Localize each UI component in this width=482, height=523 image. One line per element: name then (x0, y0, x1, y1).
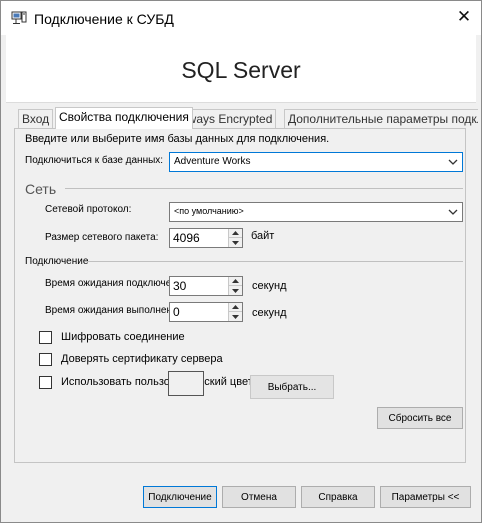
header-banner: SQL Server (6, 35, 476, 103)
help-button[interactable]: Справка (301, 486, 375, 508)
connection-group-divider (85, 261, 463, 262)
trust-certificate-label: Доверять сертификату сервера (61, 353, 223, 365)
tab-strip: Вход Свойства подключения Always Encrypt… (18, 107, 478, 129)
custom-color-label: Использовать пользовательский цвет: (61, 376, 256, 388)
execution-timeout-stepper[interactable]: 0 (169, 302, 243, 322)
encrypt-connection-checkbox[interactable] (39, 331, 52, 344)
trust-certificate-checkbox[interactable] (39, 353, 52, 366)
title-bar[interactable]: Подключение к СУБД ✕ (1, 1, 481, 35)
encrypt-connection-label: Шифровать соединение (61, 331, 185, 343)
chevron-down-icon[interactable] (447, 206, 459, 218)
tab-additional-parameters[interactable]: Дополнительные параметры подключения (284, 109, 478, 129)
database-label: Подключиться к базе данных: (25, 155, 164, 166)
custom-color-checkbox[interactable] (39, 376, 52, 389)
connect-dialog: Подключение к СУБД ✕ SQL Server Вход Сво… (0, 0, 482, 523)
packet-size-unit: байт (251, 230, 275, 242)
database-value: Adventure Works (174, 156, 251, 167)
caret-up-icon[interactable] (229, 229, 242, 238)
server-connection-icon (11, 11, 27, 24)
banner-title: SQL Server (181, 57, 301, 83)
encrypt-connection-option[interactable]: Шифровать соединение (39, 330, 259, 346)
packet-size-value: 4096 (173, 231, 200, 245)
connect-button[interactable]: Подключение (143, 486, 217, 508)
caret-up-icon[interactable] (229, 303, 242, 312)
protocol-combobox[interactable]: <по умолчанию> (169, 202, 463, 222)
connect-timeout-unit: секунд (252, 280, 287, 292)
custom-color-option[interactable]: Использовать пользовательский цвет: (39, 375, 261, 391)
connect-timeout-value: 30 (173, 279, 187, 293)
protocol-value: <по умолчанию> (174, 206, 244, 216)
caret-down-icon[interactable] (229, 286, 242, 295)
window-title: Подключение к СУБД (34, 11, 174, 27)
protocol-label: Сетевой протокол: (45, 204, 132, 215)
reset-all-button[interactable]: Сбросить все (377, 407, 463, 429)
close-button[interactable]: ✕ (447, 1, 481, 33)
connection-group-title: Подключение (25, 256, 89, 267)
custom-color-swatch (168, 371, 204, 396)
chevron-down-icon[interactable] (447, 156, 459, 168)
execution-timeout-value: 0 (173, 305, 180, 319)
connect-timeout-label: Время ожидания подключения: (45, 278, 171, 289)
cancel-button[interactable]: Отмена (222, 486, 296, 508)
connect-timeout-spin-buttons (228, 277, 242, 295)
database-combobox[interactable]: Adventure Works (169, 152, 463, 172)
tab-login[interactable]: Вход (18, 109, 54, 129)
choose-color-button[interactable]: Выбрать... (250, 375, 334, 399)
tab-connection-properties[interactable]: Свойства подключения (55, 107, 193, 129)
caret-up-icon[interactable] (229, 277, 242, 286)
trust-certificate-option[interactable]: Доверять сертификату сервера (39, 352, 259, 368)
network-group-divider (65, 188, 463, 189)
caret-down-icon[interactable] (229, 312, 242, 321)
packet-size-stepper[interactable]: 4096 (169, 228, 243, 248)
database-prompt: Введите или выберите имя базы данных для… (25, 133, 330, 145)
packet-size-label: Размер сетевого пакета: (45, 232, 159, 243)
packet-size-spin-buttons (228, 229, 242, 247)
options-button[interactable]: Параметры << (380, 486, 471, 508)
caret-down-icon[interactable] (229, 238, 242, 247)
close-icon: ✕ (456, 7, 472, 26)
connect-timeout-stepper[interactable]: 30 (169, 276, 243, 296)
network-group-title: Сеть (25, 181, 57, 197)
execution-timeout-label: Время ожидания выполнения: (45, 305, 171, 316)
execution-timeout-unit: секунд (252, 307, 287, 319)
execution-timeout-spin-buttons (228, 303, 242, 321)
